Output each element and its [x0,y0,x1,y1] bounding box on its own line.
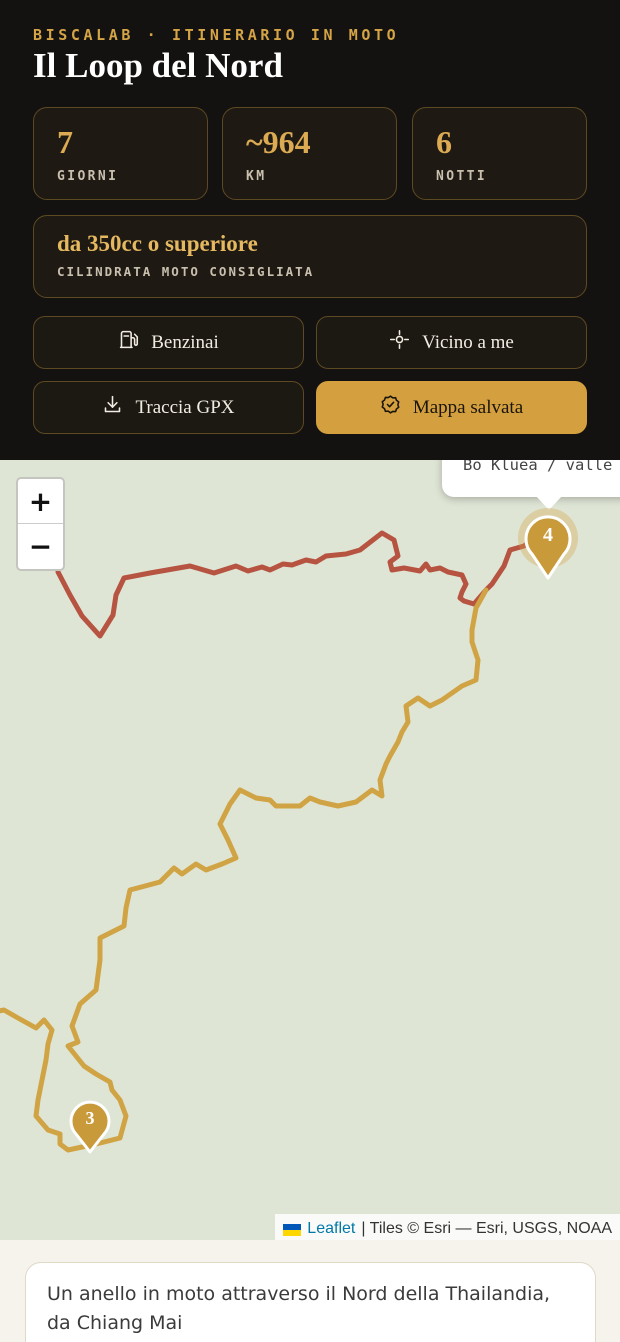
leaflet-link[interactable]: Leaflet [307,1220,355,1238]
eyebrow-label: BISCALAB · ITINERARIO IN MOTO [33,26,400,44]
saved-map-label: Mappa salvata [412,396,524,418]
marker-4-number: 4 [543,524,553,546]
stat-nights-value: 6 [436,124,452,160]
map-popup: Bo Kluea / valle [442,460,620,497]
near-me-label: Vicino a me [422,331,514,353]
zoom-in-button[interactable]: + [18,479,63,524]
fuel-pump-icon [118,329,139,356]
engine-size-label: CILINDRATA MOTO CONSIGLIATA [57,264,315,279]
near-me-button[interactable]: Vicino a me [316,316,587,369]
marker-3-number: 3 [85,1108,95,1128]
itinerary-header: BISCALAB · ITINERARIO IN MOTO Il Loop de… [0,0,620,460]
map-attribution: Leaflet | Tiles © Esri — Esri, USGS, NOA… [275,1214,620,1240]
check-circle-icon [380,394,401,421]
route-description: Un anello in moto attraverso il Nord del… [25,1262,596,1342]
zoom-out-button[interactable]: − [18,524,63,569]
stat-days-label: GIORNI [57,169,119,184]
crosshair-icon [389,329,410,356]
saved-map-button[interactable]: Mappa salvata [316,381,587,434]
stat-days-value: 7 [57,124,73,160]
gpx-download-label: Traccia GPX [135,396,235,418]
engine-size-card: da 350cc o superiore CILINDRATA MOTO CON… [33,215,587,298]
route-segment-gold [0,587,489,1153]
map-marker-4[interactable]: 4 [518,508,578,584]
ukraine-flag-icon [283,1223,302,1236]
stat-days: 7 GIORNI [33,107,208,200]
engine-size-value: da 350cc o superiore [57,231,258,256]
fuel-stations-label: Benzinai [151,331,219,353]
tiles-attribution: | Tiles © Esri — Esri, USGS, NOAA [361,1219,612,1237]
route-segment-red [55,530,539,639]
route-map[interactable]: + − Bo Kluea / valle 4 3 Leaflet | Tiles… [0,460,620,1240]
stat-km: ~964 KM [222,107,397,200]
stat-nights-label: NOTTI [436,169,488,184]
fuel-stations-button[interactable]: Benzinai [33,316,304,369]
map-marker-3[interactable]: 3 [66,1096,114,1154]
stat-nights: 6 NOTTI [412,107,587,200]
stat-km-value: ~964 [246,124,311,160]
zoom-controls: + − [16,477,65,571]
page-title: Il Loop del Nord [33,46,283,85]
download-icon [102,394,123,421]
stats-row: 7 GIORNI ~964 KM 6 NOTTI [33,107,587,200]
gpx-download-button[interactable]: Traccia GPX [33,381,304,434]
stat-km-label: KM [246,169,267,184]
